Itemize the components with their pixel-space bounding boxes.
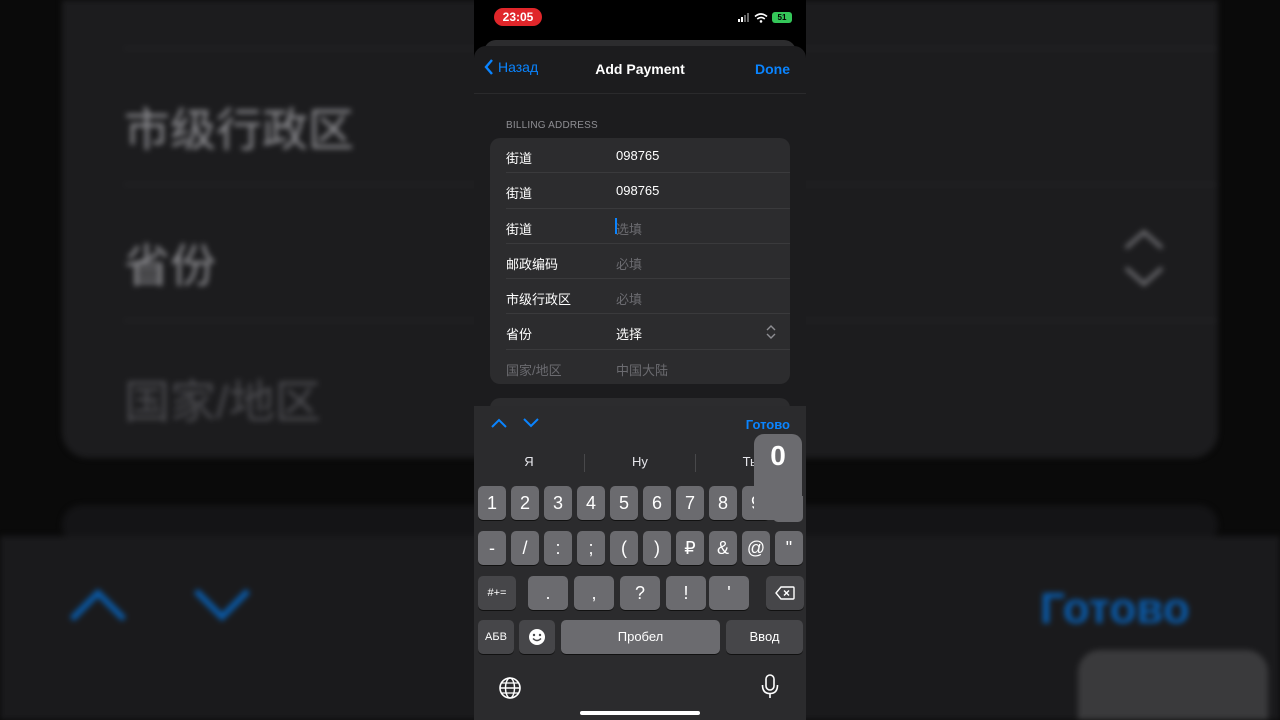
- microphone-icon[interactable]: [760, 674, 780, 700]
- key-semicolon[interactable]: ;: [577, 531, 605, 565]
- bg-done-label: Готово: [1040, 584, 1190, 633]
- city-field[interactable]: 市级行政区 必填: [490, 279, 790, 315]
- row-placeholder: 必填: [616, 256, 643, 272]
- key-ruble[interactable]: ₽: [676, 531, 704, 565]
- bg-row-city: 市级行政区: [124, 104, 354, 156]
- key-ampersand[interactable]: &: [709, 531, 737, 565]
- key-1[interactable]: 1: [478, 486, 506, 520]
- return-key[interactable]: Ввод: [726, 620, 803, 654]
- key-5[interactable]: 5: [610, 486, 638, 520]
- status-time: 23:05: [494, 8, 542, 26]
- key-quote[interactable]: ": [775, 531, 803, 565]
- key-slash[interactable]: /: [511, 531, 539, 565]
- suggestion-item[interactable]: Я: [474, 454, 584, 469]
- row-label: 省份: [506, 327, 533, 343]
- key-7[interactable]: 7: [676, 486, 704, 520]
- row-value: 选择: [616, 327, 643, 343]
- key-8[interactable]: 8: [709, 486, 737, 520]
- battery-icon: 51: [772, 12, 792, 23]
- key-0[interactable]: [773, 496, 803, 522]
- key-2[interactable]: 2: [511, 486, 539, 520]
- key-4[interactable]: 4: [577, 486, 605, 520]
- key-exclamation[interactable]: !: [666, 576, 706, 610]
- home-indicator: [580, 711, 700, 715]
- row-placeholder: 必填: [616, 292, 643, 308]
- row-value: 098765: [616, 183, 660, 199]
- country-field: 国家/地区 中国大陆: [490, 350, 790, 384]
- postal-code-field[interactable]: 邮政编码 必填: [490, 244, 790, 280]
- suggestion-item[interactable]: Ну: [585, 454, 695, 469]
- key-6[interactable]: 6: [643, 486, 671, 520]
- phone-screen: 23:05 51 Назад Add Payment Done BILLING …: [474, 0, 806, 720]
- keyboard-done-button[interactable]: Готово: [746, 417, 790, 432]
- next-field-icon[interactable]: [522, 416, 540, 430]
- key-question[interactable]: ?: [620, 576, 660, 610]
- done-button[interactable]: Done: [755, 61, 790, 77]
- row-value: 中国大陆: [616, 362, 669, 378]
- key-close-paren[interactable]: ): [643, 531, 671, 565]
- street-3-field[interactable]: 街道 选填: [490, 209, 790, 244]
- nav-bar: Назад Add Payment Done: [474, 46, 806, 94]
- updown-chevron-icon: [766, 325, 776, 340]
- row-placeholder: 选填: [616, 221, 643, 237]
- bg-down-arrow-icon: [193, 588, 251, 622]
- row-label: 街道: [506, 151, 533, 166]
- row-label: 市级行政区: [506, 292, 572, 308]
- street-1-field[interactable]: 街道 098765: [490, 138, 790, 174]
- row-label: 街道: [506, 221, 533, 237]
- emoji-icon: [529, 629, 545, 645]
- province-select[interactable]: 省份 选择: [490, 314, 790, 350]
- billing-address-form: 街道 098765 街道 098765 街道 选填 邮政编码 必填 市级行政区 …: [490, 138, 790, 384]
- row-value: 098765: [616, 148, 660, 163]
- status-bar: 23:05 51: [474, 0, 806, 36]
- keyboard: Готово Я Ну Ты 1 2 3 4 5 6 7 8 9 0 - / :…: [474, 406, 806, 720]
- delete-key[interactable]: [766, 576, 804, 610]
- signal-icon: [738, 13, 749, 22]
- billing-address-header: BILLING ADDRESS: [506, 120, 598, 131]
- bg-up-arrow-icon: [69, 588, 127, 622]
- wifi-icon: [754, 12, 768, 23]
- key-symbols[interactable]: #+=: [478, 576, 516, 610]
- row-label: 国家/地区: [506, 362, 562, 378]
- key-3[interactable]: 3: [544, 486, 572, 520]
- row-label: 街道: [506, 186, 533, 202]
- bg-updown-icon: [1124, 229, 1164, 287]
- status-icons: 51: [738, 12, 792, 23]
- key-period[interactable]: .: [528, 576, 568, 610]
- key-at[interactable]: @: [742, 531, 770, 565]
- key-dash[interactable]: -: [478, 531, 506, 565]
- emoji-key[interactable]: [519, 620, 555, 654]
- backspace-icon: [775, 586, 795, 600]
- key-colon[interactable]: :: [544, 531, 572, 565]
- bg-row-country: 国家/地区: [124, 376, 321, 428]
- street-2-field[interactable]: 街道 098765: [490, 173, 790, 209]
- globe-icon[interactable]: [498, 676, 522, 700]
- key-open-paren[interactable]: (: [610, 531, 638, 565]
- key-apostrophe[interactable]: ': [709, 576, 749, 610]
- key-alphabet[interactable]: АБВ: [478, 620, 514, 654]
- previous-field-icon[interactable]: [490, 416, 508, 430]
- bg-row-province: 省份: [124, 240, 216, 292]
- bg-key-pop: [1078, 650, 1268, 720]
- key-comma[interactable]: ,: [574, 576, 614, 610]
- row-label: 邮政编码: [506, 256, 559, 272]
- space-key[interactable]: Пробел: [561, 620, 720, 654]
